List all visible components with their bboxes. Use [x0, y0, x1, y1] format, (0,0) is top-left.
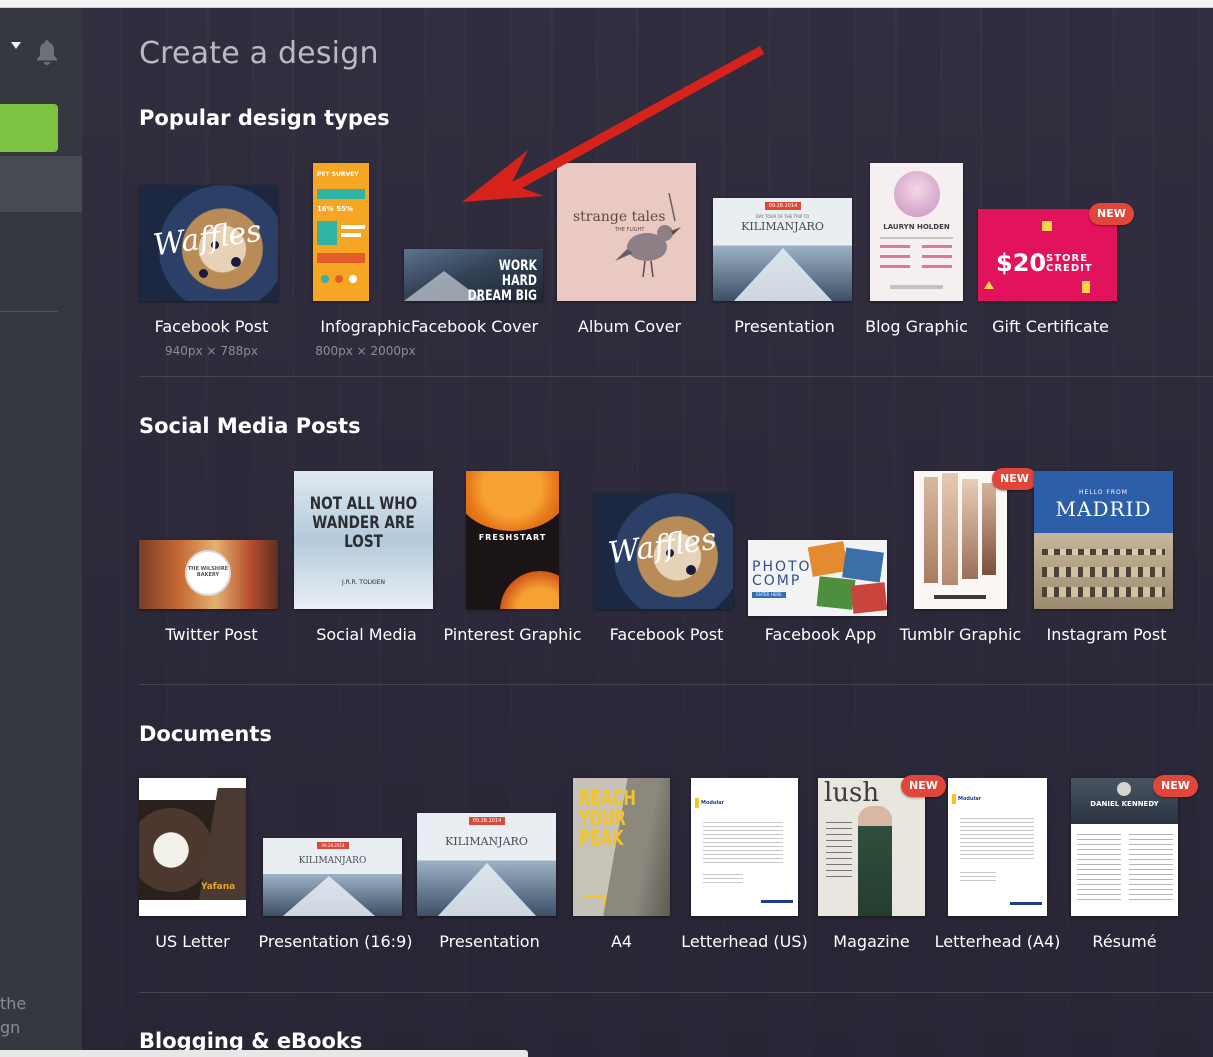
- account-dropdown-caret-icon[interactable]: [11, 42, 21, 49]
- thumb-sub: J.R.R. TOLKIEN: [341, 579, 386, 586]
- thumb-text: FRESHSTART: [478, 533, 547, 542]
- thumb-amount: $20: [996, 249, 1047, 277]
- thumb-sub: HELLO FROM: [1079, 489, 1128, 496]
- thumb-text: STORE CREDIT: [1046, 253, 1093, 274]
- thumb-title: PET SURVEY: [317, 171, 359, 178]
- thumb-text: LAURYN HOLDEN: [883, 223, 950, 231]
- section-title-popular: Popular design types: [139, 106, 390, 130]
- thumb-date: 09.28.2014: [317, 842, 349, 849]
- main-content: Create a design Popular design types Waf…: [82, 8, 1213, 1057]
- us-letter-thumbnail: Yafana: [139, 778, 246, 916]
- design-type-size: 800px × 2000px: [315, 344, 416, 358]
- pinterest-graphic-thumbnail: FRESHSTART: [466, 471, 559, 609]
- new-badge: NEW: [901, 775, 946, 797]
- design-type-label: Instagram Post: [1046, 625, 1167, 644]
- section-separator: [139, 992, 1213, 993]
- thumb-text: PHOTO COMP: [752, 559, 812, 589]
- thumb-text: THE WILSHIRE BAKERY: [187, 566, 229, 578]
- red-arrow-annotation-icon: [462, 46, 764, 202]
- sidebar: the gn: [0, 8, 96, 1057]
- blog-graphic-thumbnail: LAURYN HOLDEN: [870, 163, 963, 301]
- thumb-text: lush: [824, 778, 880, 808]
- thumb-text: DANIEL KENNEDY: [1090, 800, 1159, 808]
- section-title-documents: Documents: [139, 722, 272, 746]
- thumb-text: NOT ALL WHO WANDER ARE LOST: [309, 494, 418, 552]
- thumb-text: Modular: [701, 800, 725, 806]
- letterhead-a4-thumbnail: Modular: [948, 778, 1047, 916]
- design-type-label: Gift Certificate: [992, 317, 1109, 336]
- section-separator: [139, 684, 1213, 685]
- thumb-text: Modular: [958, 796, 982, 802]
- thumb-text: KILIMANJARO: [298, 856, 367, 866]
- facebook-post-thumbnail: Waffles: [594, 493, 733, 609]
- sidebar-cut-text: gn: [0, 1018, 21, 1037]
- horizontal-scrollbar[interactable]: [0, 1050, 528, 1057]
- new-badge: NEW: [1089, 203, 1134, 225]
- magazine-thumbnail: lush: [818, 778, 925, 916]
- facebook-app-thumbnail: PHOTO COMP ENTER HERE: [748, 540, 887, 616]
- presentation-thumbnail: 09.28.2014 KILIMANJARO: [417, 813, 556, 916]
- facebook-cover-thumbnail: WORK HARD DREAM BIG: [404, 249, 543, 301]
- sidebar-divider: [0, 311, 58, 312]
- thumb-text: WORK HARD DREAM BIG: [467, 258, 537, 302]
- new-badge: NEW: [992, 468, 1037, 490]
- thumb-text: 16% 55%: [317, 205, 353, 213]
- thumb-text: Yafana: [201, 882, 236, 892]
- design-type-label: Résumé: [1092, 932, 1157, 951]
- twitter-post-thumbnail: THE WILSHIRE BAKERY: [139, 540, 278, 609]
- thumb-text: Waffles: [606, 521, 719, 572]
- thumb-date: 09.28.2014: [469, 817, 505, 825]
- notifications-bell-icon[interactable]: [34, 38, 60, 66]
- thumb-sub: ENTER HERE: [752, 592, 786, 598]
- section-title-social: Social Media Posts: [139, 414, 361, 438]
- letterhead-us-thumbnail: Modular: [691, 778, 798, 916]
- thumb-text: KILIMANJARO: [445, 835, 528, 848]
- create-design-button[interactable]: [0, 104, 58, 152]
- sidebar-item-create-design[interactable]: [0, 156, 82, 212]
- browser-top-strip: [0, 0, 1213, 8]
- thumb-text: MADRID: [1055, 497, 1152, 521]
- resume-thumbnail: DANIEL KENNEDY: [1071, 778, 1178, 916]
- new-badge: NEW: [1153, 775, 1198, 797]
- thumb-text: REACH YOUR PEAK: [579, 786, 636, 850]
- instagram-post-thumbnail: HELLO FROM MADRID: [1034, 471, 1173, 609]
- section-separator: [139, 376, 1213, 377]
- thumb-text: Waffles: [151, 213, 264, 264]
- facebook-post-thumbnail: Waffles: [139, 185, 278, 301]
- a4-thumbnail: REACH YOUR PEAK: [573, 778, 670, 916]
- thumb-text: KILIMANJARO: [741, 220, 824, 233]
- tumblr-graphic-thumbnail: [914, 471, 1007, 609]
- social-media-thumbnail: NOT ALL WHO WANDER ARE LOST J.R.R. TOLKI…: [294, 471, 433, 609]
- infographic-thumbnail: PET SURVEY 16% 55%: [313, 163, 369, 301]
- page-title: Create a design: [139, 36, 379, 71]
- sidebar-cut-text: the: [0, 994, 27, 1013]
- presentation-16-9-thumbnail: 09.28.2014 KILIMANJARO: [263, 838, 402, 916]
